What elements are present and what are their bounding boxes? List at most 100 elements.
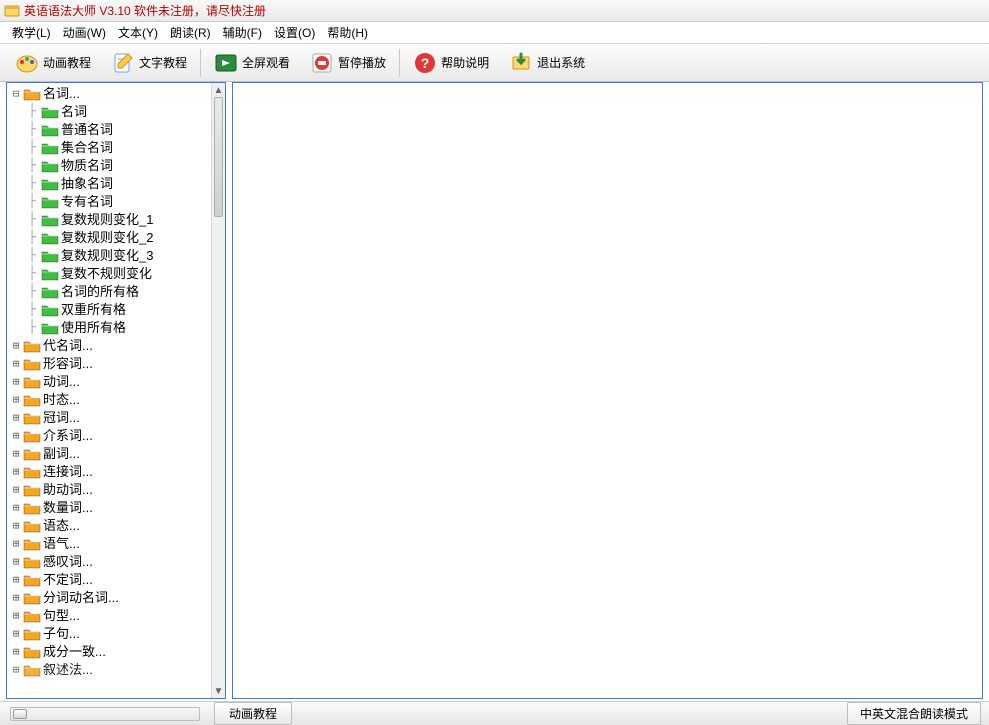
folder-icon <box>23 518 41 534</box>
menu-teach[interactable]: 教学(L) <box>6 22 57 43</box>
scroll-up-icon[interactable]: ▲ <box>212 83 225 97</box>
expand-icon[interactable]: ⊞ <box>9 373 23 391</box>
help-button[interactable]: ? 帮助说明 <box>404 47 498 79</box>
playback-slider[interactable] <box>10 707 200 721</box>
tree-label: 使用所有格 <box>61 319 126 337</box>
pause-button[interactable]: 暂停播放 <box>301 47 395 79</box>
tree-label: 时态... <box>43 391 80 409</box>
menu-animation[interactable]: 动画(W) <box>57 22 112 43</box>
expand-icon[interactable]: ⊞ <box>9 535 23 553</box>
tree-label: 复数规则变化_3 <box>61 247 153 265</box>
folder-icon <box>23 356 41 372</box>
tree-item[interactable]: ⊞ 子句... <box>9 625 223 643</box>
fullscreen-button[interactable]: 全屏观看 <box>205 47 299 79</box>
tree-item[interactable]: ·├复数规则变化_3 <box>9 247 223 265</box>
expand-icon[interactable]: ⊞ <box>9 517 23 535</box>
expand-icon[interactable]: ⊞ <box>9 571 23 589</box>
expand-icon[interactable]: ⊞ <box>9 499 23 517</box>
menu-bar: 教学(L) 动画(W) 文本(Y) 朗读(R) 辅助(F) 设置(O) 帮助(H… <box>0 22 989 44</box>
tree-item[interactable]: ·├复数规则变化_1 <box>9 211 223 229</box>
tree-item[interactable]: ·├名词的所有格 <box>9 283 223 301</box>
tree-label: 语气... <box>43 535 80 553</box>
folder-icon <box>23 86 41 102</box>
tree-item[interactable]: ·├复数规则变化_2 <box>9 229 223 247</box>
tree-item[interactable]: ⊞ 成分一致... <box>9 643 223 661</box>
expand-icon[interactable]: ⊞ <box>9 409 23 427</box>
expand-icon[interactable]: ⊞ <box>9 427 23 445</box>
tree-item[interactable]: ⊞助动词... <box>9 481 223 499</box>
separator <box>399 49 400 77</box>
expand-icon[interactable]: ⊞ <box>9 463 23 481</box>
folder-icon <box>23 500 41 516</box>
toolbar-label: 全屏观看 <box>242 54 290 71</box>
tree-item[interactable]: ·├双重所有格 <box>9 301 223 319</box>
scroll-down-icon[interactable]: ▼ <box>212 684 225 698</box>
text-tutorial-button[interactable]: 文字教程 <box>102 47 196 79</box>
tree-item[interactable]: ·├物质名词 <box>9 157 223 175</box>
tree-item[interactable]: ⊞冠词... <box>9 409 223 427</box>
expand-icon[interactable]: ⊞ <box>9 643 23 661</box>
folder-icon <box>41 158 59 174</box>
fullscreen-icon <box>214 51 238 75</box>
tree-item[interactable]: ⊞感叹词... <box>9 553 223 571</box>
tree-item[interactable]: ·├集合名词 <box>9 139 223 157</box>
status-mode-button[interactable]: 动画教程 <box>214 702 292 725</box>
tree-item[interactable]: ⊞ 语气... <box>9 535 223 553</box>
expand-icon[interactable]: ⊞ <box>9 391 23 409</box>
folder-icon <box>23 662 41 678</box>
slider-knob[interactable] <box>13 709 27 719</box>
tree-item[interactable]: ⊞ 时态... <box>9 391 223 409</box>
expand-icon[interactable]: ⊞ <box>9 661 23 679</box>
expand-icon[interactable]: ⊞ <box>9 607 23 625</box>
folder-icon <box>23 572 41 588</box>
menu-text[interactable]: 文本(Y) <box>112 22 164 43</box>
expand-icon[interactable]: ⊞ <box>9 355 23 373</box>
tree-item[interactable]: ·├普通名词 <box>9 121 223 139</box>
expand-icon[interactable]: ⊞ <box>9 337 23 355</box>
tree-label: 子句... <box>43 625 80 643</box>
tree-item[interactable]: ⊞副词... <box>9 445 223 463</box>
tree-connector: ├ <box>23 103 41 121</box>
menu-settings[interactable]: 设置(O) <box>268 22 321 43</box>
exit-button[interactable]: 退出系统 <box>500 47 594 79</box>
svg-text:?: ? <box>421 55 430 71</box>
expand-icon[interactable]: ⊞ <box>9 625 23 643</box>
tree-item[interactable]: ⊞形容词... <box>9 355 223 373</box>
tree-item[interactable]: ⊞代名词... <box>9 337 223 355</box>
tree-item[interactable]: ·├复数不规则变化 <box>9 265 223 283</box>
menu-assist[interactable]: 辅助(F) <box>217 22 268 43</box>
tree-item[interactable]: ·├名词 <box>9 103 223 121</box>
tree-label: 成分一致... <box>43 643 106 661</box>
tree-item[interactable]: ⊞介系词... <box>9 427 223 445</box>
tree-item[interactable]: ⊞分词动名词... <box>9 589 223 607</box>
status-reading-mode[interactable]: 中英文混合朗读模式 <box>847 702 981 725</box>
tree-item[interactable]: ⊞数量词... <box>9 499 223 517</box>
folder-icon <box>41 320 59 336</box>
expand-icon[interactable]: ⊞ <box>9 589 23 607</box>
window-title: 英语语法大师 V3.10 软件未注册，请尽快注册 <box>24 2 266 19</box>
collapse-icon[interactable]: ⊟ <box>9 85 23 103</box>
tree-scrollbar[interactable]: ▲ ▼ <box>211 83 225 698</box>
tree-item[interactable]: ⊞句型... <box>9 607 223 625</box>
scroll-thumb[interactable] <box>214 97 223 217</box>
expand-icon[interactable]: ⊞ <box>9 553 23 571</box>
tree-item[interactable]: ·├使用所有格 <box>9 319 223 337</box>
menu-help[interactable]: 帮助(H) <box>321 22 374 43</box>
tree-item[interactable]: ·├抽象名词 <box>9 175 223 193</box>
tree-item[interactable]: ⊞不定词... <box>9 571 223 589</box>
tree-connector: ├ <box>23 175 41 193</box>
expand-icon[interactable]: ⊞ <box>9 481 23 499</box>
folder-icon <box>23 464 41 480</box>
tree-item[interactable]: ⊞语态... <box>9 517 223 535</box>
menu-read[interactable]: 朗读(R) <box>164 22 217 43</box>
tree-item[interactable]: ⊞叙述法... <box>9 661 223 679</box>
animation-tutorial-button[interactable]: 动画教程 <box>6 47 100 79</box>
expand-icon[interactable]: ⊞ <box>9 445 23 463</box>
tree-item[interactable]: ⊞动词... <box>9 373 223 391</box>
tree-item[interactable]: ⊟名词... <box>9 85 223 103</box>
tree-item[interactable]: ⊞连接词... <box>9 463 223 481</box>
tree-label: 普通名词 <box>61 121 113 139</box>
tree-item[interactable]: ·├专有名词 <box>9 193 223 211</box>
toolbar-label: 文字教程 <box>139 54 187 71</box>
folder-icon <box>41 104 59 120</box>
